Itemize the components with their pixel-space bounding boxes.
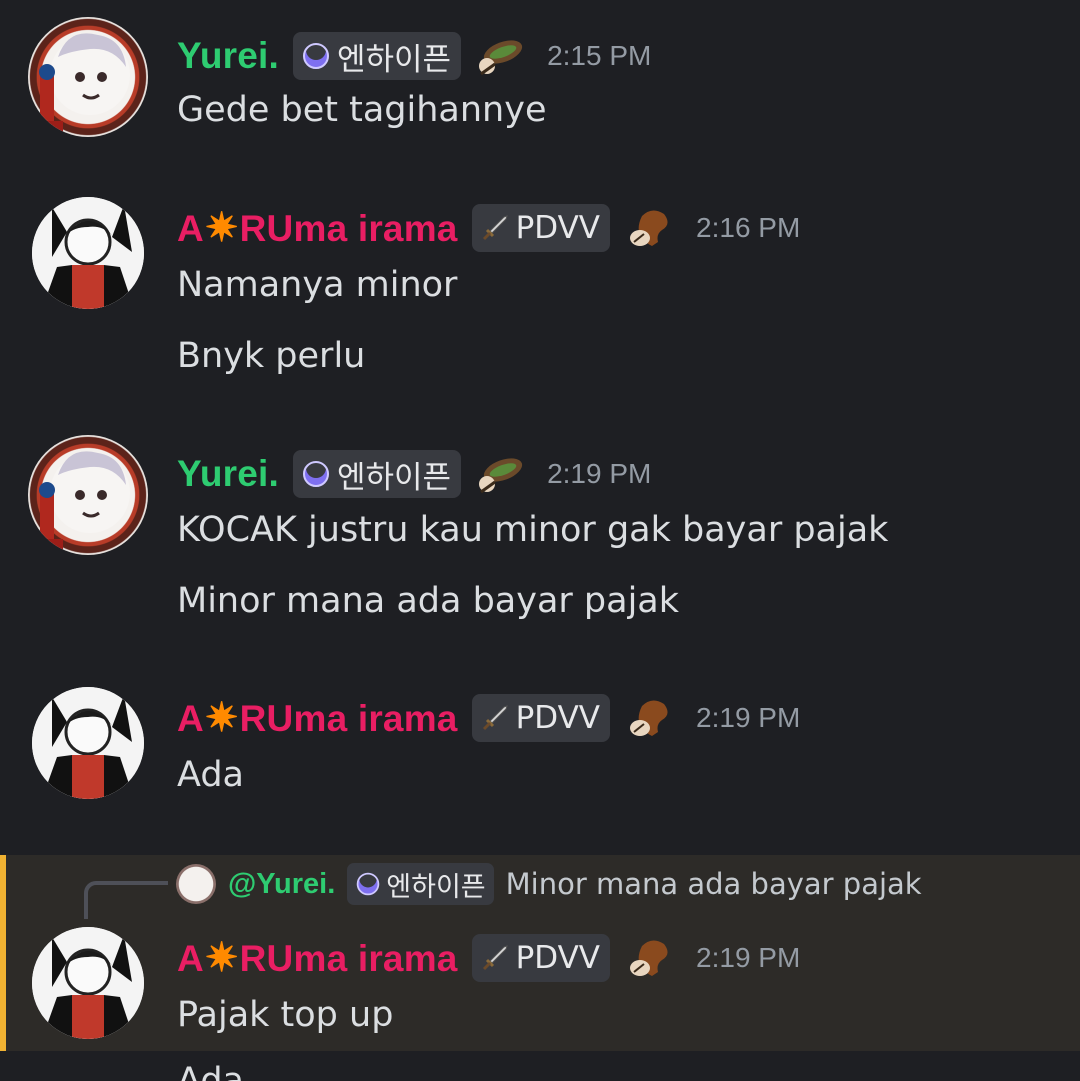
role-tag-label: 엔하이픈 [336,459,452,496]
role-tag-label: PDVV [515,940,601,976]
star-icon: ✷ [204,936,239,980]
reply-avatar [176,864,216,904]
message-header: A✷RUma irama PDVV 2:19 PM [177,933,800,983]
author-name-prefix: A [177,938,204,979]
role-tag-label: 엔하이픈 [336,41,452,78]
message-text: Gede bet tagihannye [177,90,547,130]
author-name-suffix: RUma irama [239,208,458,249]
message-text: Minor mana ada bayar pajak [177,581,680,621]
sword-icon [482,215,508,241]
author-name-prefix: A [177,208,204,249]
anime-avatar-icon [32,927,144,1039]
timestamp[interactable]: 2:19 PM [547,458,651,490]
anime-avatar-icon [32,687,144,799]
role-tag[interactable]: PDVV [471,694,611,742]
message-text: KOCAK justru kau minor gak bayar pajak [177,510,889,550]
crescent-moon-icon [302,41,329,69]
anime-avatar-icon [33,33,130,133]
message-text: Pajak top up [177,995,394,1035]
user-avatar[interactable] [32,687,144,799]
author-name[interactable]: Yurei. [177,35,279,77]
anime-avatar-icon [33,451,130,551]
role-tag-label: PDVV [515,700,601,736]
role-tag[interactable]: 엔하이픈 [292,32,462,80]
timestamp[interactable]: 2:19 PM [696,702,800,734]
reply-role-tag: 엔하이픈 [347,863,494,905]
mention-highlight-bar [0,855,6,1051]
role-tag[interactable]: PDVV [471,204,611,252]
timestamp[interactable]: 2:16 PM [696,212,800,244]
anime-avatar-icon [32,197,144,309]
squirrel-icon [630,700,668,736]
message-header: A✷RUma irama PDVV 2:19 PM [177,693,800,743]
message-text: Namanya minor [177,265,458,305]
user-avatar[interactable] [32,927,144,1039]
author-name[interactable]: A✷RUma irama [177,205,458,251]
leaf-creature-icon [479,40,523,76]
message-header: Yurei. 엔하이픈 2:15 PM [177,31,651,81]
author-name-suffix: RUma irama [239,698,458,739]
reply-role-tag-label: 엔하이픈 [386,871,486,903]
sword-icon [482,705,508,731]
star-icon: ✷ [204,206,239,250]
timestamp[interactable]: 2:19 PM [696,942,800,974]
squirrel-icon [630,940,668,976]
reply-text: Minor mana ada bayar pajak [505,867,922,901]
message-text: Ada [177,1061,244,1081]
role-tag[interactable]: PDVV [471,934,611,982]
message-header: A✷RUma irama PDVV 2:16 PM [177,203,800,253]
role-tag[interactable]: 엔하이픈 [292,450,462,498]
timestamp[interactable]: 2:15 PM [547,40,651,72]
chat-log: Yurei. 엔하이픈 2:15 PM Gede bet tagihannye [0,0,1080,1081]
crescent-moon-icon [356,871,380,896]
reply-mention[interactable]: @Yurei. [228,868,335,901]
sword-icon [482,945,508,971]
leaf-creature-icon [479,458,523,494]
star-icon: ✷ [204,696,239,740]
user-avatar[interactable] [28,435,148,555]
message-text: Ada [177,755,244,795]
message-header: Yurei. 엔하이픈 2:19 PM [177,449,651,499]
message-text: Bnyk perlu [177,336,366,376]
author-name[interactable]: Yurei. [177,453,279,495]
author-name-suffix: RUma irama [239,938,458,979]
squirrel-icon [630,210,668,246]
author-name[interactable]: A✷RUma irama [177,695,458,741]
reply-spine [84,881,168,919]
user-avatar[interactable] [32,197,144,309]
role-tag-label: PDVV [515,210,601,246]
user-avatar[interactable] [28,17,148,137]
reply-preview[interactable]: @Yurei. 엔하이픈 Minor mana ada bayar pajak [176,862,922,906]
crescent-moon-icon [302,459,329,487]
author-name[interactable]: A✷RUma irama [177,935,458,981]
author-name-prefix: A [177,698,204,739]
